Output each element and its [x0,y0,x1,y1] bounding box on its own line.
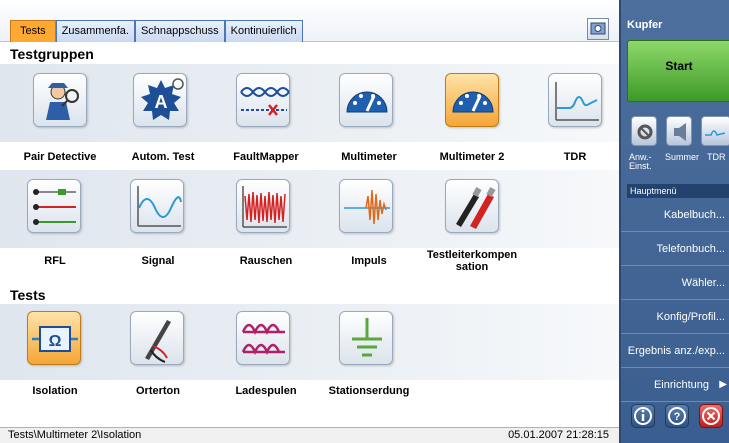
help-icon: ? [668,407,686,425]
menu-waehler[interactable]: Wähler... [621,266,729,300]
side-title: Kupfer [627,19,663,31]
info-icon [634,407,652,425]
group-label: TDR [563,151,587,163]
tdr-quick-button[interactable] [701,116,729,146]
group-label: Multimeter 2 [439,151,505,163]
tests-heading: Tests [10,287,46,303]
testgruppen-heading: Testgruppen [10,46,94,62]
gauge-icon [339,73,393,127]
tdr-waveform-icon [548,73,602,127]
group-label: Impuls [351,255,387,267]
info-button[interactable] [631,404,655,428]
tab-schnappschuss[interactable]: Schnappschuss [134,20,225,42]
menu-konfig-profil[interactable]: Konfig/Profil... [621,300,729,334]
group-label: Testleiterkompen sation [426,249,518,273]
group-multimeter-2[interactable]: Multimeter 2 [412,73,532,173]
menu-einrichtung[interactable]: Einrichtung ▶ [621,368,729,402]
probe-icon [130,311,184,365]
group-label: Autom. Test [131,151,195,163]
group-label: Multimeter [341,151,397,163]
summer-button[interactable] [666,116,692,146]
menu-telefonbuch[interactable]: Telefonbuch... [621,232,729,266]
svg-text:Ω: Ω [49,333,62,350]
group-testleiterkompensation[interactable]: Testleiterkompen sation [412,179,532,279]
group-impuls[interactable]: Impuls [309,179,429,279]
test-ladespulen[interactable]: Ladespulen [206,311,326,411]
test-label: Orterton [136,385,180,397]
group-label: Signal [141,255,175,267]
group-pair-detective[interactable]: Pair Detective [0,73,120,173]
chevron-right-icon: ▶ [719,379,727,390]
speaker-icon [674,123,686,141]
test-leads-icon [445,179,499,233]
svg-text:?: ? [674,411,681,423]
detective-icon [33,73,87,127]
group-rauschen[interactable]: Rauschen [206,179,326,279]
group-multimeter[interactable]: Multimeter [309,73,429,173]
ground-icon [339,311,393,365]
group-signal[interactable]: Signal [103,179,223,279]
svg-text:A: A [155,92,168,112]
gauge-icon [445,73,499,127]
menu-einrichtung-label: Einrichtung [653,378,709,391]
isolation-icon: Ω [27,311,81,365]
sine-wave-icon [130,179,184,233]
side-panel: Kupfer Start Anw.- Einst. Summer TDR Hau… [619,0,729,443]
test-label: Ladespulen [235,385,297,397]
main-panel: Tests Zusammenfa. Schnappschuss Kontinui… [0,0,619,443]
quick-label: Summer [665,152,700,162]
settings-button[interactable] [631,116,657,146]
tdr-mini-icon [705,130,726,136]
close-icon [702,407,720,425]
screenshot-button[interactable] [587,18,609,40]
tab-zusammenfassung[interactable]: Zusammenfa. [55,20,135,42]
menu-ergebnis[interactable]: Ergebnis anz./exp... [621,334,729,368]
settings-icon [637,124,653,140]
tab-kontinuierlich[interactable]: Kontinuierlich [224,20,303,42]
group-label: Rauschen [239,255,293,267]
group-label: FaultMapper [233,151,299,163]
fault-mapper-icon [236,73,290,127]
start-button[interactable]: Start [627,40,729,102]
test-orterton[interactable]: Orterton [103,311,223,411]
status-path: Tests\Multimeter 2\Isolation [8,429,142,441]
group-label: Pair Detective [23,151,97,163]
tab-bar: Tests Zusammenfa. Schnappschuss Kontinui… [0,0,619,42]
tab-tests[interactable]: Tests [10,20,56,42]
main-menu-header: Hauptmenü [627,184,729,198]
help-button[interactable]: ? [665,404,689,428]
auto-test-icon: A [133,73,187,127]
group-faultmapper[interactable]: FaultMapper [206,73,326,173]
noise-icon [236,179,290,233]
quick-label: TDR [707,152,726,162]
load-coil-icon [236,311,290,365]
rfl-icon [27,179,81,233]
status-bar: Tests\Multimeter 2\Isolation 05.01.2007 … [0,427,619,443]
test-stationserdung[interactable]: Stationserdung [309,311,429,411]
status-datetime: 05.01.2007 21:28:15 [508,429,609,441]
screen-icon [590,22,606,35]
quick-label: Anw.- Einst. [629,152,652,171]
test-label: Stationserdung [328,385,410,397]
close-button[interactable] [699,404,723,428]
group-tdr[interactable]: TDR [515,73,635,173]
impulse-icon [339,179,393,233]
group-autom-test[interactable]: A Autom. Test [103,73,223,173]
menu-kabelbuch[interactable]: Kabelbuch... [621,198,729,232]
